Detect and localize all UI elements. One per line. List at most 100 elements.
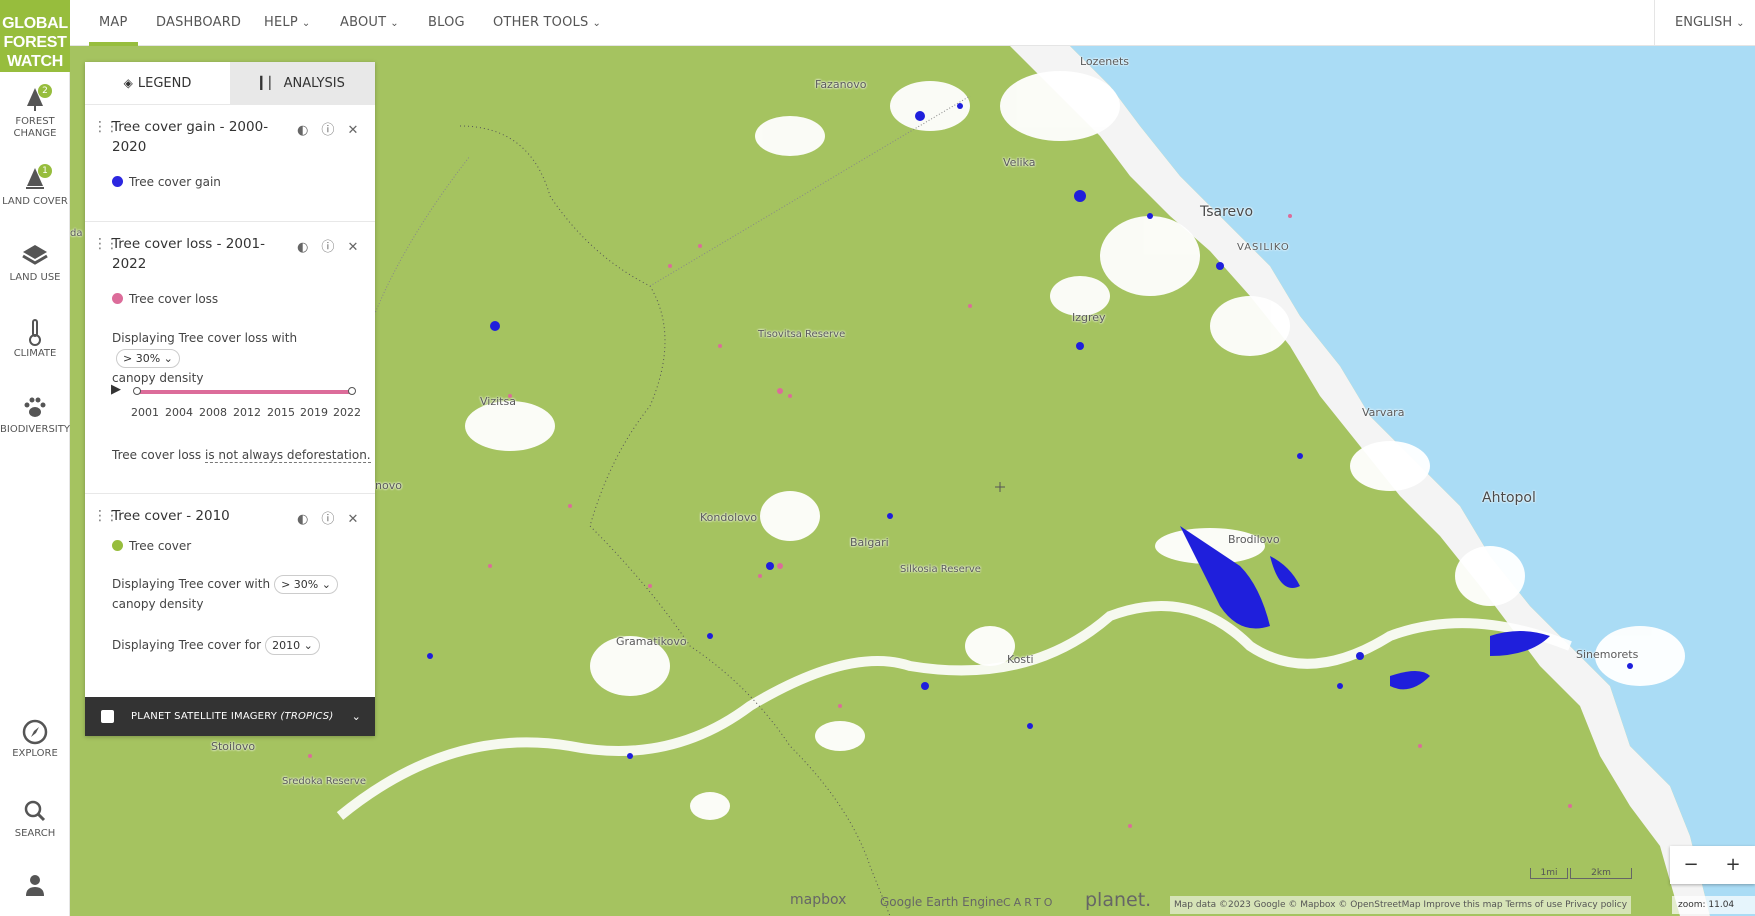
sidebar-item-forest-change[interactable]: 2 FOREST CHANGE — [0, 84, 70, 140]
year-value: 2010 — [272, 639, 301, 652]
thermometer-icon — [0, 318, 70, 348]
sidebar-item-land-use[interactable]: LAND USE — [0, 242, 70, 284]
mapbox-logo[interactable]: mapbox — [790, 892, 846, 908]
slider-handle-start[interactable] — [133, 387, 141, 395]
sidebar-item-land-cover[interactable]: 1 LAND COVER — [0, 164, 70, 208]
carto-logo[interactable]: CARTO — [1003, 896, 1055, 909]
opacity-icon[interactable]: ◐ — [293, 123, 313, 138]
chevron-down-icon: ⌄ — [303, 639, 313, 652]
slider-handle-end[interactable] — [348, 387, 356, 395]
chevron-down-icon: ⌄ — [390, 18, 399, 29]
map-label-stoilovo: Stoilovo — [211, 740, 256, 753]
zoom-out-button[interactable]: − — [1670, 846, 1712, 884]
top-navigation: MAP DASHBOARD HELP ⌄ ABOUT ⌄ BLOG OTHER TO… — [70, 0, 1755, 46]
legend-panel: ◈ LEGEND ▎▏ ANALYSIS ⋮⋮ Tree cover gain - … — [85, 62, 375, 736]
map-label-sredoka: Sredoka Reserve — [282, 776, 366, 787]
nav-about[interactable]: ABOUT ⌄ — [340, 0, 399, 46]
map-label-novo: novo — [375, 479, 402, 492]
opacity-icon[interactable]: ◐ — [293, 240, 313, 255]
year-tick: 2004 — [165, 406, 193, 419]
tab-legend-label: LEGEND — [137, 76, 192, 91]
year-tick: 2012 — [233, 406, 261, 419]
land-cover-badge: 1 — [38, 164, 52, 178]
planet-logo[interactable]: planet. — [1085, 889, 1151, 911]
layer-title: Tree cover loss - 2001- 2022 — [112, 234, 272, 274]
map-label-da: da — [70, 228, 83, 239]
river-corridor — [336, 601, 1572, 820]
tab-analysis[interactable]: ▎▏ ANALYSIS — [230, 62, 375, 104]
map-label-vasiliko: VASILIKO — [1237, 242, 1290, 253]
layers-icon: ◈ — [123, 76, 133, 90]
sidebar-label: EXPLORE — [12, 748, 58, 759]
legend-item: Tree cover loss — [112, 292, 218, 306]
planet-label-suffix: (TROPICS) — [280, 711, 334, 722]
timeline-slider[interactable] — [133, 387, 356, 395]
deforestation-link[interactable]: is not always deforestation. — [205, 448, 371, 463]
logo-line-2: FOREST — [3, 34, 67, 51]
chevron-down-icon: ⌄ — [321, 578, 331, 591]
gee-logo[interactable]: Google Earth Engine — [880, 895, 1003, 909]
nav-blog[interactable]: BLOG — [428, 0, 465, 46]
layer-title-line2: 2022 — [112, 256, 147, 272]
map-label-velika: Velika — [1003, 156, 1036, 169]
legend-swatch — [112, 176, 123, 187]
sidebar-label: SEARCH — [14, 828, 56, 839]
info-icon[interactable]: ⓘ — [318, 236, 338, 255]
close-icon[interactable]: ✕ — [343, 123, 363, 138]
sidebar-label: BIODIVERSITY — [0, 424, 70, 435]
layer-title: Tree cover - 2010 — [112, 506, 272, 526]
close-icon[interactable]: ✕ — [343, 512, 363, 527]
tab-legend[interactable]: ◈ LEGEND — [85, 62, 230, 104]
density-select[interactable]: > 30% ⌄ — [116, 349, 180, 368]
sidebar-label: LAND COVER — [2, 196, 68, 207]
map-attribution[interactable]: Map data ©2023 Google © Mapbox © OpenStr… — [1170, 896, 1632, 914]
chevron-down-icon: ⌄ — [592, 18, 602, 29]
play-icon[interactable]: ▶ — [111, 382, 121, 397]
density-prefix: Displaying Tree cover with — [112, 577, 271, 591]
nav-help[interactable]: HELP ⌄ — [264, 0, 310, 46]
forest-change-badge: 2 — [38, 84, 52, 98]
year-tick: 2022 — [333, 406, 361, 419]
nav-map-label: MAP — [99, 15, 128, 30]
legend-item: Tree cover gain — [112, 175, 221, 189]
language-label: ENGLISH — [1675, 15, 1733, 30]
road-line-2 — [369, 155, 471, 327]
planet-imagery-toggle[interactable]: PLANET SATELLITE IMAGERY (TROPICS) ⌄ — [85, 697, 375, 736]
opacity-icon[interactable]: ◐ — [293, 512, 313, 527]
zoom-in-button[interactable]: + — [1712, 846, 1754, 884]
language-selector[interactable]: ENGLISH ⌄ — [1654, 0, 1755, 46]
zoom-control: − + — [1670, 846, 1755, 884]
year-select[interactable]: 2010 ⌄ — [265, 636, 320, 655]
nav-map[interactable]: MAP — [89, 0, 137, 46]
nav-other-tools[interactable]: OTHER TOOLS ⌄ — [493, 0, 601, 46]
scale-mi: 1mi — [1530, 868, 1568, 879]
sidebar-item-explore[interactable]: EXPLORE — [0, 718, 70, 760]
sidebar-item-my-gfw[interactable] — [0, 872, 70, 902]
close-icon[interactable]: ✕ — [343, 240, 363, 255]
nav-dashboard[interactable]: DASHBOARD — [156, 0, 241, 46]
sidebar-item-climate[interactable]: CLIMATE — [0, 318, 70, 360]
year-tick: 2015 — [267, 406, 295, 419]
border-line — [459, 125, 891, 916]
nav-help-label: HELP — [264, 15, 298, 30]
map-label-tsarevo: Tsarevo — [1200, 204, 1254, 220]
chevron-down-icon: ⌄ — [1736, 18, 1745, 29]
map-label-fazanovo: Fazanovo — [815, 78, 867, 91]
planet-checkbox[interactable] — [101, 710, 114, 723]
planet-label: PLANET SATELLITE IMAGERY (TROPICS) — [131, 697, 333, 736]
year-prefix: Displaying Tree cover for — [112, 638, 262, 652]
nav-about-label: ABOUT — [340, 15, 387, 30]
layer-tree-cover-gain: ⋮⋮ Tree cover gain - 2000- 2020 ◐ ⓘ ✕ Tr… — [85, 104, 375, 221]
info-icon[interactable]: ⓘ — [318, 508, 338, 527]
legend-item: Tree cover — [112, 539, 191, 553]
info-icon[interactable]: ⓘ — [318, 119, 338, 138]
sidebar-item-search[interactable]: SEARCH — [0, 798, 70, 840]
layer-title-line1: Tree cover gain - 2000- — [112, 119, 269, 135]
sidebar-item-biodiversity[interactable]: BIODIVERSITY — [0, 394, 70, 436]
gfw-logo[interactable]: GLOBAL FOREST WATCH — [0, 0, 70, 72]
sidebar-label: CLIMATE — [13, 348, 57, 359]
map-label-kosti: Kosti — [1007, 653, 1034, 666]
logo-line-3: WATCH — [7, 53, 63, 70]
map-label-izgrey: Izgrey — [1072, 311, 1106, 324]
density-select[interactable]: > 30% ⌄ — [274, 575, 338, 594]
